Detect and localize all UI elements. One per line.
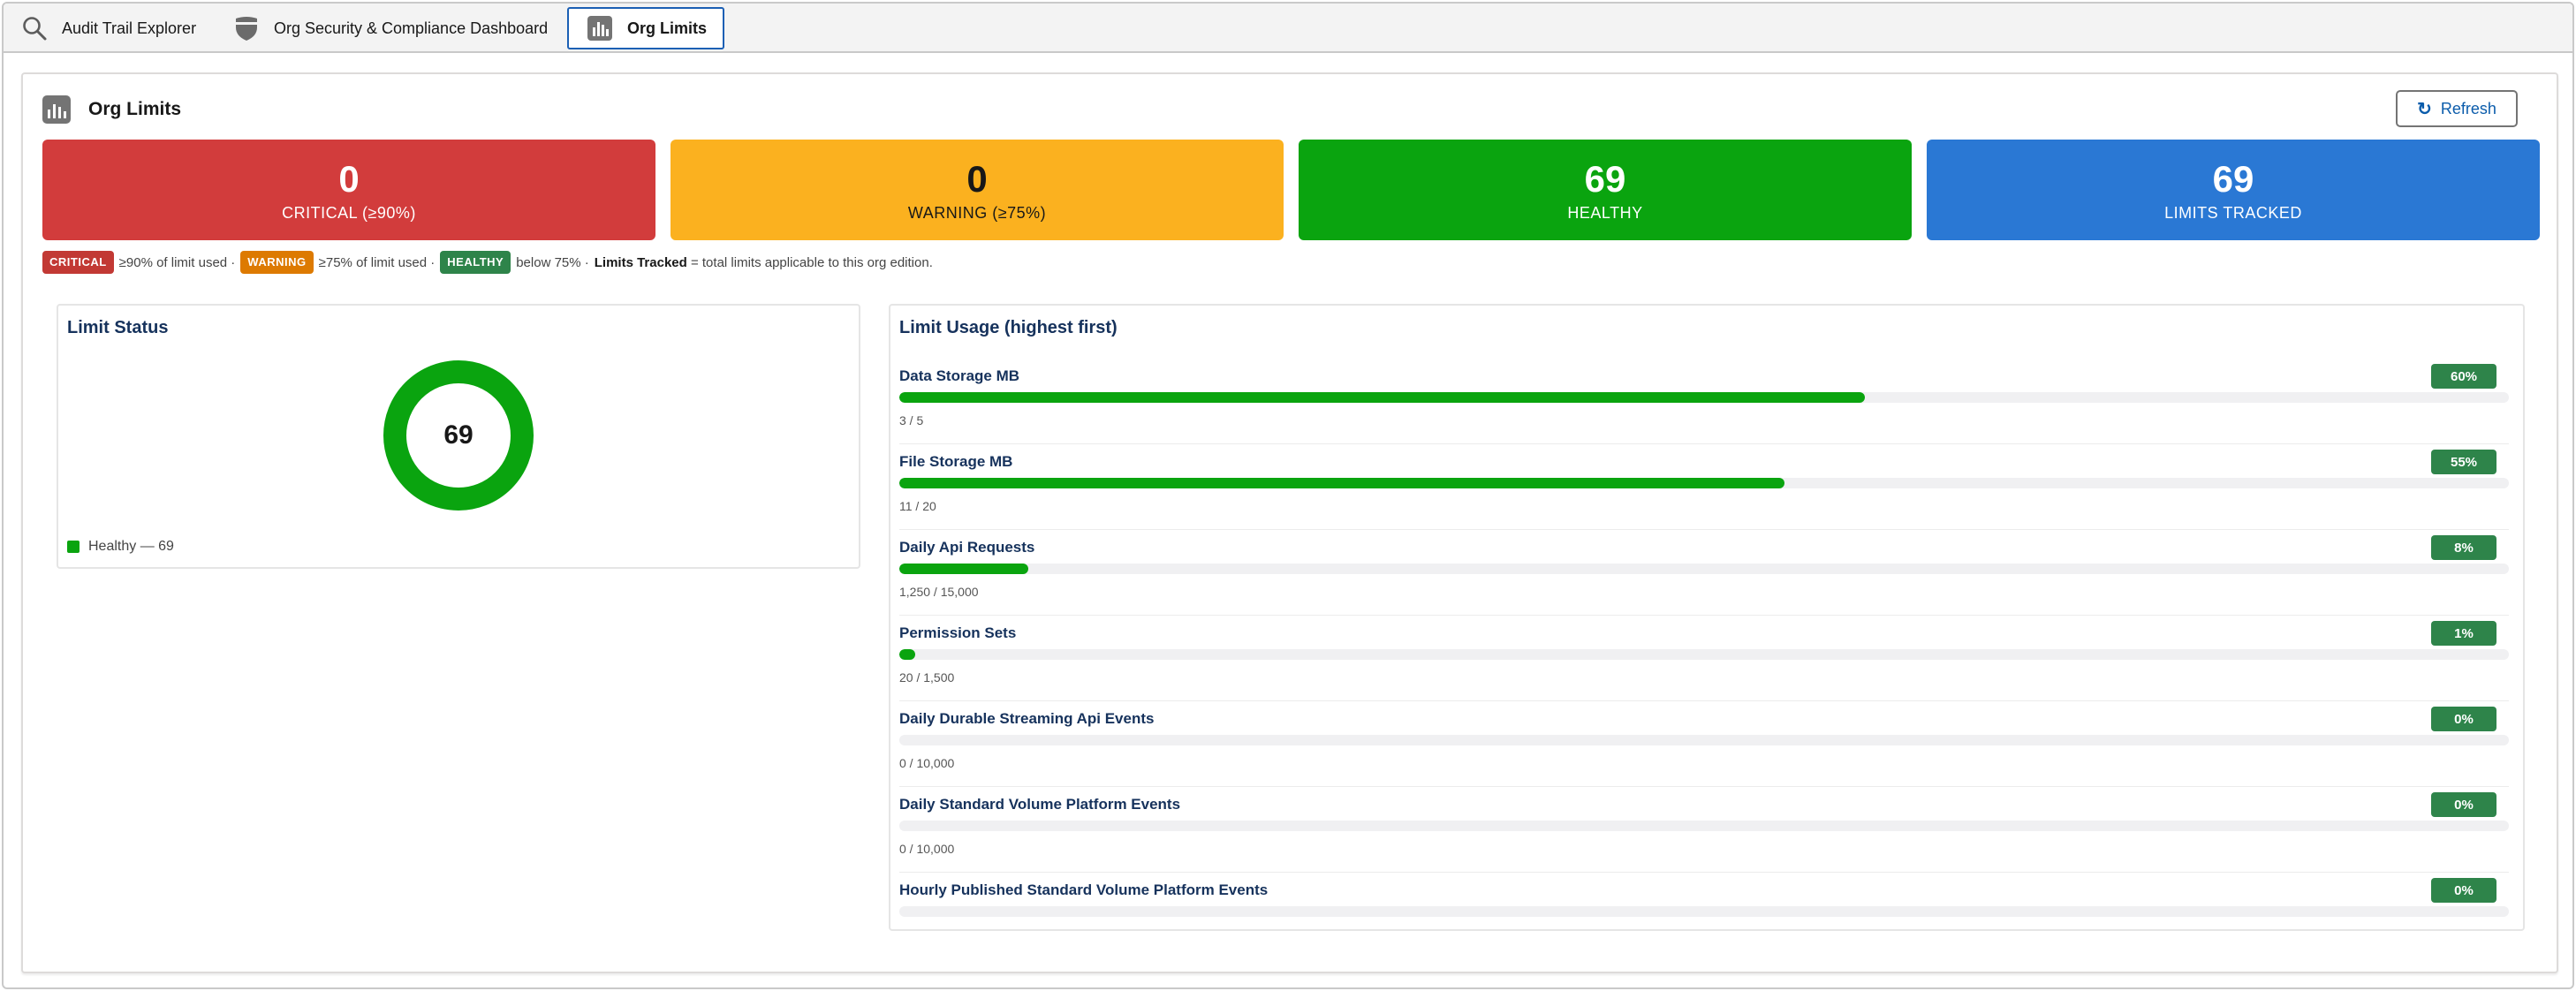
donut-center-value: 69	[443, 420, 474, 450]
list-item: Hourly Published Standard Volume Platfor…	[899, 873, 2509, 958]
percent-badge: 60%	[2431, 364, 2496, 389]
tab-label: Org Limits	[627, 19, 708, 37]
shield-icon	[231, 13, 261, 43]
healthy-badge: HEALTHY	[440, 251, 511, 274]
tab-label: Org Security & Compliance Dashboard	[274, 19, 549, 37]
page-title: Org Limits	[88, 99, 182, 119]
usage-progress-fill	[899, 478, 1785, 488]
usage-count: 11 / 20	[899, 499, 936, 513]
usage-progress-fill	[899, 649, 916, 660]
warning-label: WARNING (≥75%)	[907, 203, 1047, 222]
list-item: Daily Durable Streaming Api Events 0% 0 / …	[899, 701, 2509, 787]
list-item: Data Storage MB 60% 3 / 5	[899, 359, 2509, 444]
usage-count: 0 / 10,000	[899, 842, 955, 856]
limit-name: Daily Api Requests	[899, 539, 1035, 556]
usage-progress-track	[899, 392, 2509, 403]
critical-tile: 0 CRITICAL (≥90%)	[42, 140, 655, 240]
card-header: Org Limits	[42, 92, 181, 127]
usage-list: Data Storage MB 60% 3 / 5 File Storage MB 55…	[899, 359, 2509, 958]
usage-count: 1,250 / 15,000	[899, 585, 979, 599]
usage-progress-fill	[899, 392, 1866, 403]
critical-description: ≥90% of limit used ·	[118, 254, 236, 270]
warning-description: ≥75% of limit used ·	[318, 254, 436, 270]
percent-badge: 0%	[2431, 707, 2496, 731]
healthy-legend-label: Healthy — 69	[88, 539, 174, 554]
limit-status-title: Limit Status	[67, 318, 169, 337]
threshold-legend: CRITICAL ≥90% of limit used · WARNING ≥7…	[42, 251, 933, 274]
usage-progress-track	[899, 649, 2509, 660]
percent-badge: 55%	[2431, 450, 2496, 474]
usage-count: 20 / 1,500	[899, 670, 955, 685]
list-item: Daily Api Requests 8% 1,250 / 15,000	[899, 530, 2509, 616]
limit-usage-panel: Limit Usage (highest first) Data Storage…	[889, 304, 2525, 931]
usage-count: 3 / 5	[899, 413, 924, 427]
percent-badge: 8%	[2431, 535, 2496, 560]
warning-count: 0	[966, 157, 988, 200]
usage-count: 0 / 10,000	[899, 756, 955, 770]
warning-badge: WARNING	[240, 251, 314, 274]
refresh-button[interactable]: ↻ Refresh	[2396, 90, 2518, 127]
limit-status-panel: Limit Status 69 Healthy — 69	[57, 304, 860, 569]
limits-tracked-tile: 69 LIMITS TRACKED	[1927, 140, 2540, 240]
bar-chart-icon	[585, 13, 615, 43]
limits-tracked-description: = total limits applicable to this org ed…	[686, 254, 933, 270]
limits-tracked-term: Limits Tracked	[594, 254, 687, 270]
tab-label: Audit Trail Explorer	[62, 19, 197, 37]
usage-progress-track	[899, 906, 2509, 917]
limits-tracked-count: 69	[2212, 157, 2254, 200]
healthy-count: 69	[1584, 157, 1626, 200]
list-item: Permission Sets 1% 20 / 1,500	[899, 616, 2509, 701]
refresh-icon: ↻	[2417, 99, 2432, 119]
healthy-label: HEALTHY	[1567, 203, 1643, 222]
warning-tile: 0 WARNING (≥75%)	[671, 140, 1284, 240]
percent-badge: 0%	[2431, 878, 2496, 903]
list-item: Daily Standard Volume Platform Events 0% 0…	[899, 787, 2509, 873]
usage-progress-track	[899, 735, 2509, 745]
limit-status-donut: 69	[383, 360, 534, 511]
usage-progress-track	[899, 478, 2509, 488]
critical-badge: CRITICAL	[42, 251, 114, 274]
limit-name: Daily Standard Volume Platform Events	[899, 796, 1181, 813]
tab-bar: Audit Trail Explorer Org Security & Comp…	[4, 4, 2572, 53]
bar-chart-icon	[42, 95, 71, 124]
donut-legend: Healthy — 69	[67, 539, 174, 555]
percent-badge: 1%	[2431, 621, 2496, 646]
limit-usage-title: Limit Usage (highest first)	[899, 318, 1118, 337]
limits-tracked-label: LIMITS TRACKED	[2164, 203, 2302, 222]
limit-name: Data Storage MB	[899, 367, 1020, 384]
usage-progress-fill	[899, 564, 1028, 574]
percent-badge: 0%	[2431, 792, 2496, 817]
tab-audit-trail-explorer[interactable]: Audit Trail Explorer	[19, 7, 196, 49]
list-item: File Storage MB 55% 11 / 20	[899, 444, 2509, 530]
critical-label: CRITICAL (≥90%)	[282, 203, 416, 222]
org-limits-card: Org Limits ↻ Refresh 0 CRITICAL (≥90%) 0…	[21, 72, 2558, 973]
limit-name: File Storage MB	[899, 453, 1013, 470]
tab-org-security-compliance-dashboard[interactable]: Org Security & Compliance Dashboard	[231, 7, 548, 49]
healthy-description: below 75% ·	[516, 254, 589, 270]
limit-name: Permission Sets	[899, 624, 1017, 641]
critical-count: 0	[338, 157, 360, 200]
app-window: Audit Trail Explorer Org Security & Comp…	[2, 2, 2574, 989]
usage-progress-track	[899, 564, 2509, 574]
limit-name: Daily Durable Streaming Api Events	[899, 710, 1155, 727]
tab-org-limits[interactable]: Org Limits	[567, 7, 725, 49]
healthy-swatch	[67, 541, 80, 553]
healthy-tile: 69 HEALTHY	[1299, 140, 1912, 240]
limit-name: Hourly Published Standard Volume Platfor…	[899, 881, 1269, 898]
refresh-label: Refresh	[2440, 99, 2496, 117]
search-icon	[19, 13, 49, 43]
usage-progress-track	[899, 821, 2509, 831]
